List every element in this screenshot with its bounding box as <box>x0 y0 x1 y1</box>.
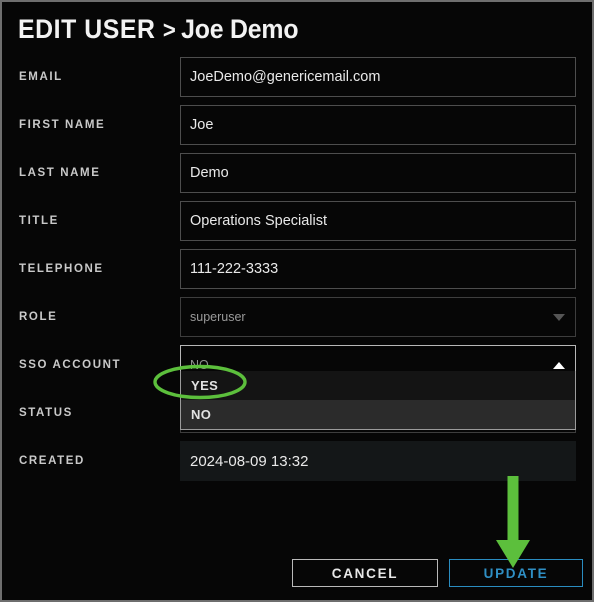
cancel-button[interactable]: CANCEL <box>292 559 438 587</box>
label-role: ROLE <box>19 311 58 323</box>
label-telephone: TELEPHONE <box>19 263 104 275</box>
form-row-first-name: FIRST NAME <box>2 105 592 153</box>
field-telephone <box>180 249 576 289</box>
label-email: EMAIL <box>19 71 63 83</box>
form-row-title: TITLE <box>2 201 592 249</box>
email-input[interactable] <box>180 57 576 97</box>
sso-option-yes[interactable]: YES <box>181 371 575 400</box>
sso-account-select-value: NO <box>190 358 209 372</box>
label-first-name: FIRST NAME <box>19 119 106 131</box>
label-status: STATUS <box>19 407 73 419</box>
form-row-telephone: TELEPHONE <box>2 249 592 297</box>
breadcrumb-current: Joe Demo <box>181 14 299 44</box>
last-name-input[interactable] <box>180 153 576 193</box>
field-email <box>180 57 576 97</box>
first-name-input[interactable] <box>180 105 576 145</box>
sso-account-options-list: YES NO <box>180 371 576 430</box>
sso-option-no[interactable]: NO <box>181 400 575 429</box>
label-title: TITLE <box>19 215 59 227</box>
telephone-input[interactable] <box>180 249 576 289</box>
update-button[interactable]: UPDATE <box>449 559 583 587</box>
breadcrumb-root[interactable]: EDIT USER <box>18 14 155 44</box>
form-row-last-name: LAST NAME <box>2 153 592 201</box>
form-row-created: CREATED 2024-08-09 13:32 <box>2 441 592 489</box>
field-last-name <box>180 153 576 193</box>
role-select[interactable]: superuser <box>180 297 576 337</box>
dialog-footer: CANCEL UPDATE <box>2 554 592 600</box>
field-role: superuser <box>180 297 576 337</box>
edit-user-dialog: EDIT USER >Joe Demo EMAIL FIRST NAME LAST… <box>0 0 594 602</box>
form-row-role: ROLE superuser <box>2 297 592 345</box>
form-row-email: EMAIL <box>2 57 592 105</box>
field-title <box>180 201 576 241</box>
chevron-down-icon <box>553 314 565 321</box>
title-input[interactable] <box>180 201 576 241</box>
chevron-up-icon[interactable] <box>553 362 565 369</box>
field-created: 2024-08-09 13:32 <box>180 441 576 481</box>
label-created: CREATED <box>19 455 85 467</box>
label-sso-account: SSO ACCOUNT <box>19 359 122 371</box>
created-value: 2024-08-09 13:32 <box>180 441 576 481</box>
label-last-name: LAST NAME <box>19 167 101 179</box>
breadcrumb-separator-icon: > <box>162 17 176 44</box>
field-first-name <box>180 105 576 145</box>
role-select-value: superuser <box>190 310 246 324</box>
page-title: EDIT USER > Joe Demo <box>18 14 299 45</box>
